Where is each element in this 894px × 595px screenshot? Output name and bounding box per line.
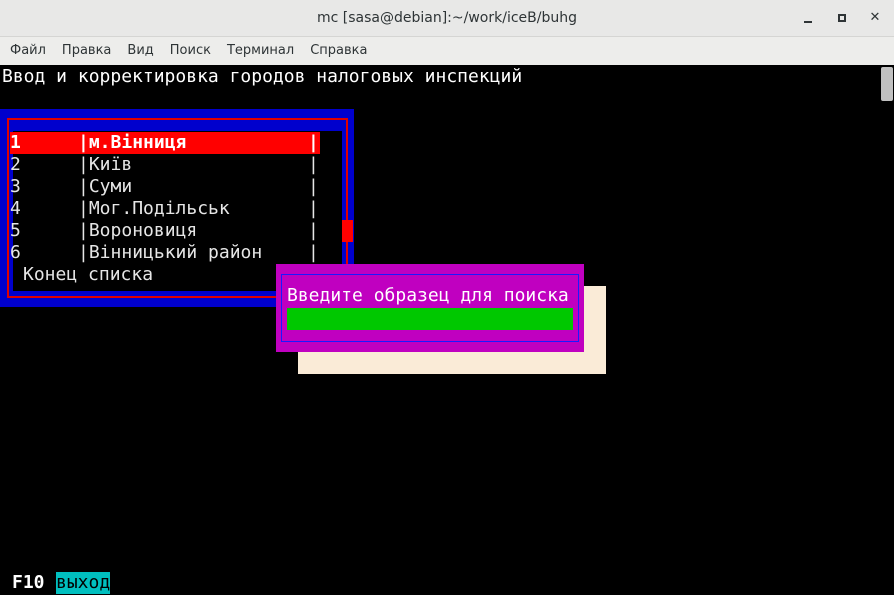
search-prompt: Введите образец для поиска (287, 285, 569, 306)
item-separator: | (78, 198, 89, 219)
item-name: |м.Вінниця (78, 132, 186, 154)
item-separator: | (78, 220, 89, 241)
exit-button[interactable]: выход (56, 572, 111, 594)
item-number: 6 (10, 242, 21, 263)
page-title: Ввод и корректировка городов налоговых и… (2, 66, 523, 87)
maximize-icon[interactable] (833, 9, 851, 27)
window-title: mc [sasa@debian]:~/work/iceB/buhg (317, 10, 577, 26)
menu-terminal[interactable]: Терминал (219, 37, 302, 65)
item-number: 4 (10, 198, 21, 219)
f10-key: F10 (12, 572, 45, 593)
item-number: 3 (10, 176, 21, 197)
item-name: |Вінницький район (78, 242, 262, 264)
item-label: Вінницький район (88, 242, 263, 263)
item-separator: | (78, 132, 89, 153)
item-end-separator: | (308, 220, 319, 241)
item-name: |Київ (78, 154, 132, 176)
item-name: |Вороновиця (78, 220, 197, 242)
item-end-separator: | (308, 132, 319, 153)
list-scroll-thumb[interactable] (342, 220, 353, 242)
list-item[interactable]: 4 |Мог.Подільськ | (10, 198, 320, 220)
list-item[interactable]: 1 |м.Вінниця | (10, 132, 320, 154)
item-end-separator: | (308, 176, 319, 197)
item-label: Київ (88, 154, 133, 175)
item-name: |Суми (78, 176, 132, 198)
close-icon[interactable]: ✕ (866, 9, 884, 27)
menu-bar: Файл Правка Вид Поиск Терминал Справка (0, 37, 894, 65)
item-label: Суми (88, 176, 133, 197)
item-end-separator: | (308, 198, 319, 219)
item-number: 1 (10, 132, 21, 153)
item-end-separator: | (308, 154, 319, 175)
menu-edit[interactable]: Правка (54, 37, 119, 65)
item-name: |Мог.Подільськ (78, 198, 230, 220)
terminal[interactable]: Ввод и корректировка городов налоговых и… (0, 65, 894, 595)
menu-file[interactable]: Файл (2, 37, 54, 65)
menu-help[interactable]: Справка (302, 37, 375, 65)
list-end-label: Конец списка (23, 264, 154, 285)
item-separator: | (78, 176, 89, 197)
title-bar: mc [sasa@debian]:~/work/iceB/buhg ✕ (0, 0, 894, 37)
menu-search[interactable]: Поиск (162, 37, 219, 65)
item-label: Мог.Подільськ (88, 198, 230, 219)
list-item[interactable]: 6 |Вінницький район | (10, 242, 320, 264)
item-separator: | (78, 242, 89, 263)
item-number: 2 (10, 154, 21, 175)
search-dialog: Введите образец для поиска (276, 264, 584, 352)
search-input[interactable] (287, 308, 573, 330)
item-label: Вороновиця (88, 220, 198, 241)
list-item[interactable]: 5 |Вороновиця | (10, 220, 320, 242)
terminal-scrollbar[interactable] (881, 67, 893, 101)
minimize-icon[interactable] (799, 9, 817, 27)
list-item[interactable]: 3 |Суми | (10, 176, 320, 198)
menu-view[interactable]: Вид (119, 37, 161, 65)
item-separator: | (78, 154, 89, 175)
list-item[interactable]: 2 |Київ | (10, 154, 320, 176)
item-label: м.Вінниця (88, 132, 187, 153)
item-end-separator: | (308, 242, 319, 263)
item-number: 5 (10, 220, 21, 241)
